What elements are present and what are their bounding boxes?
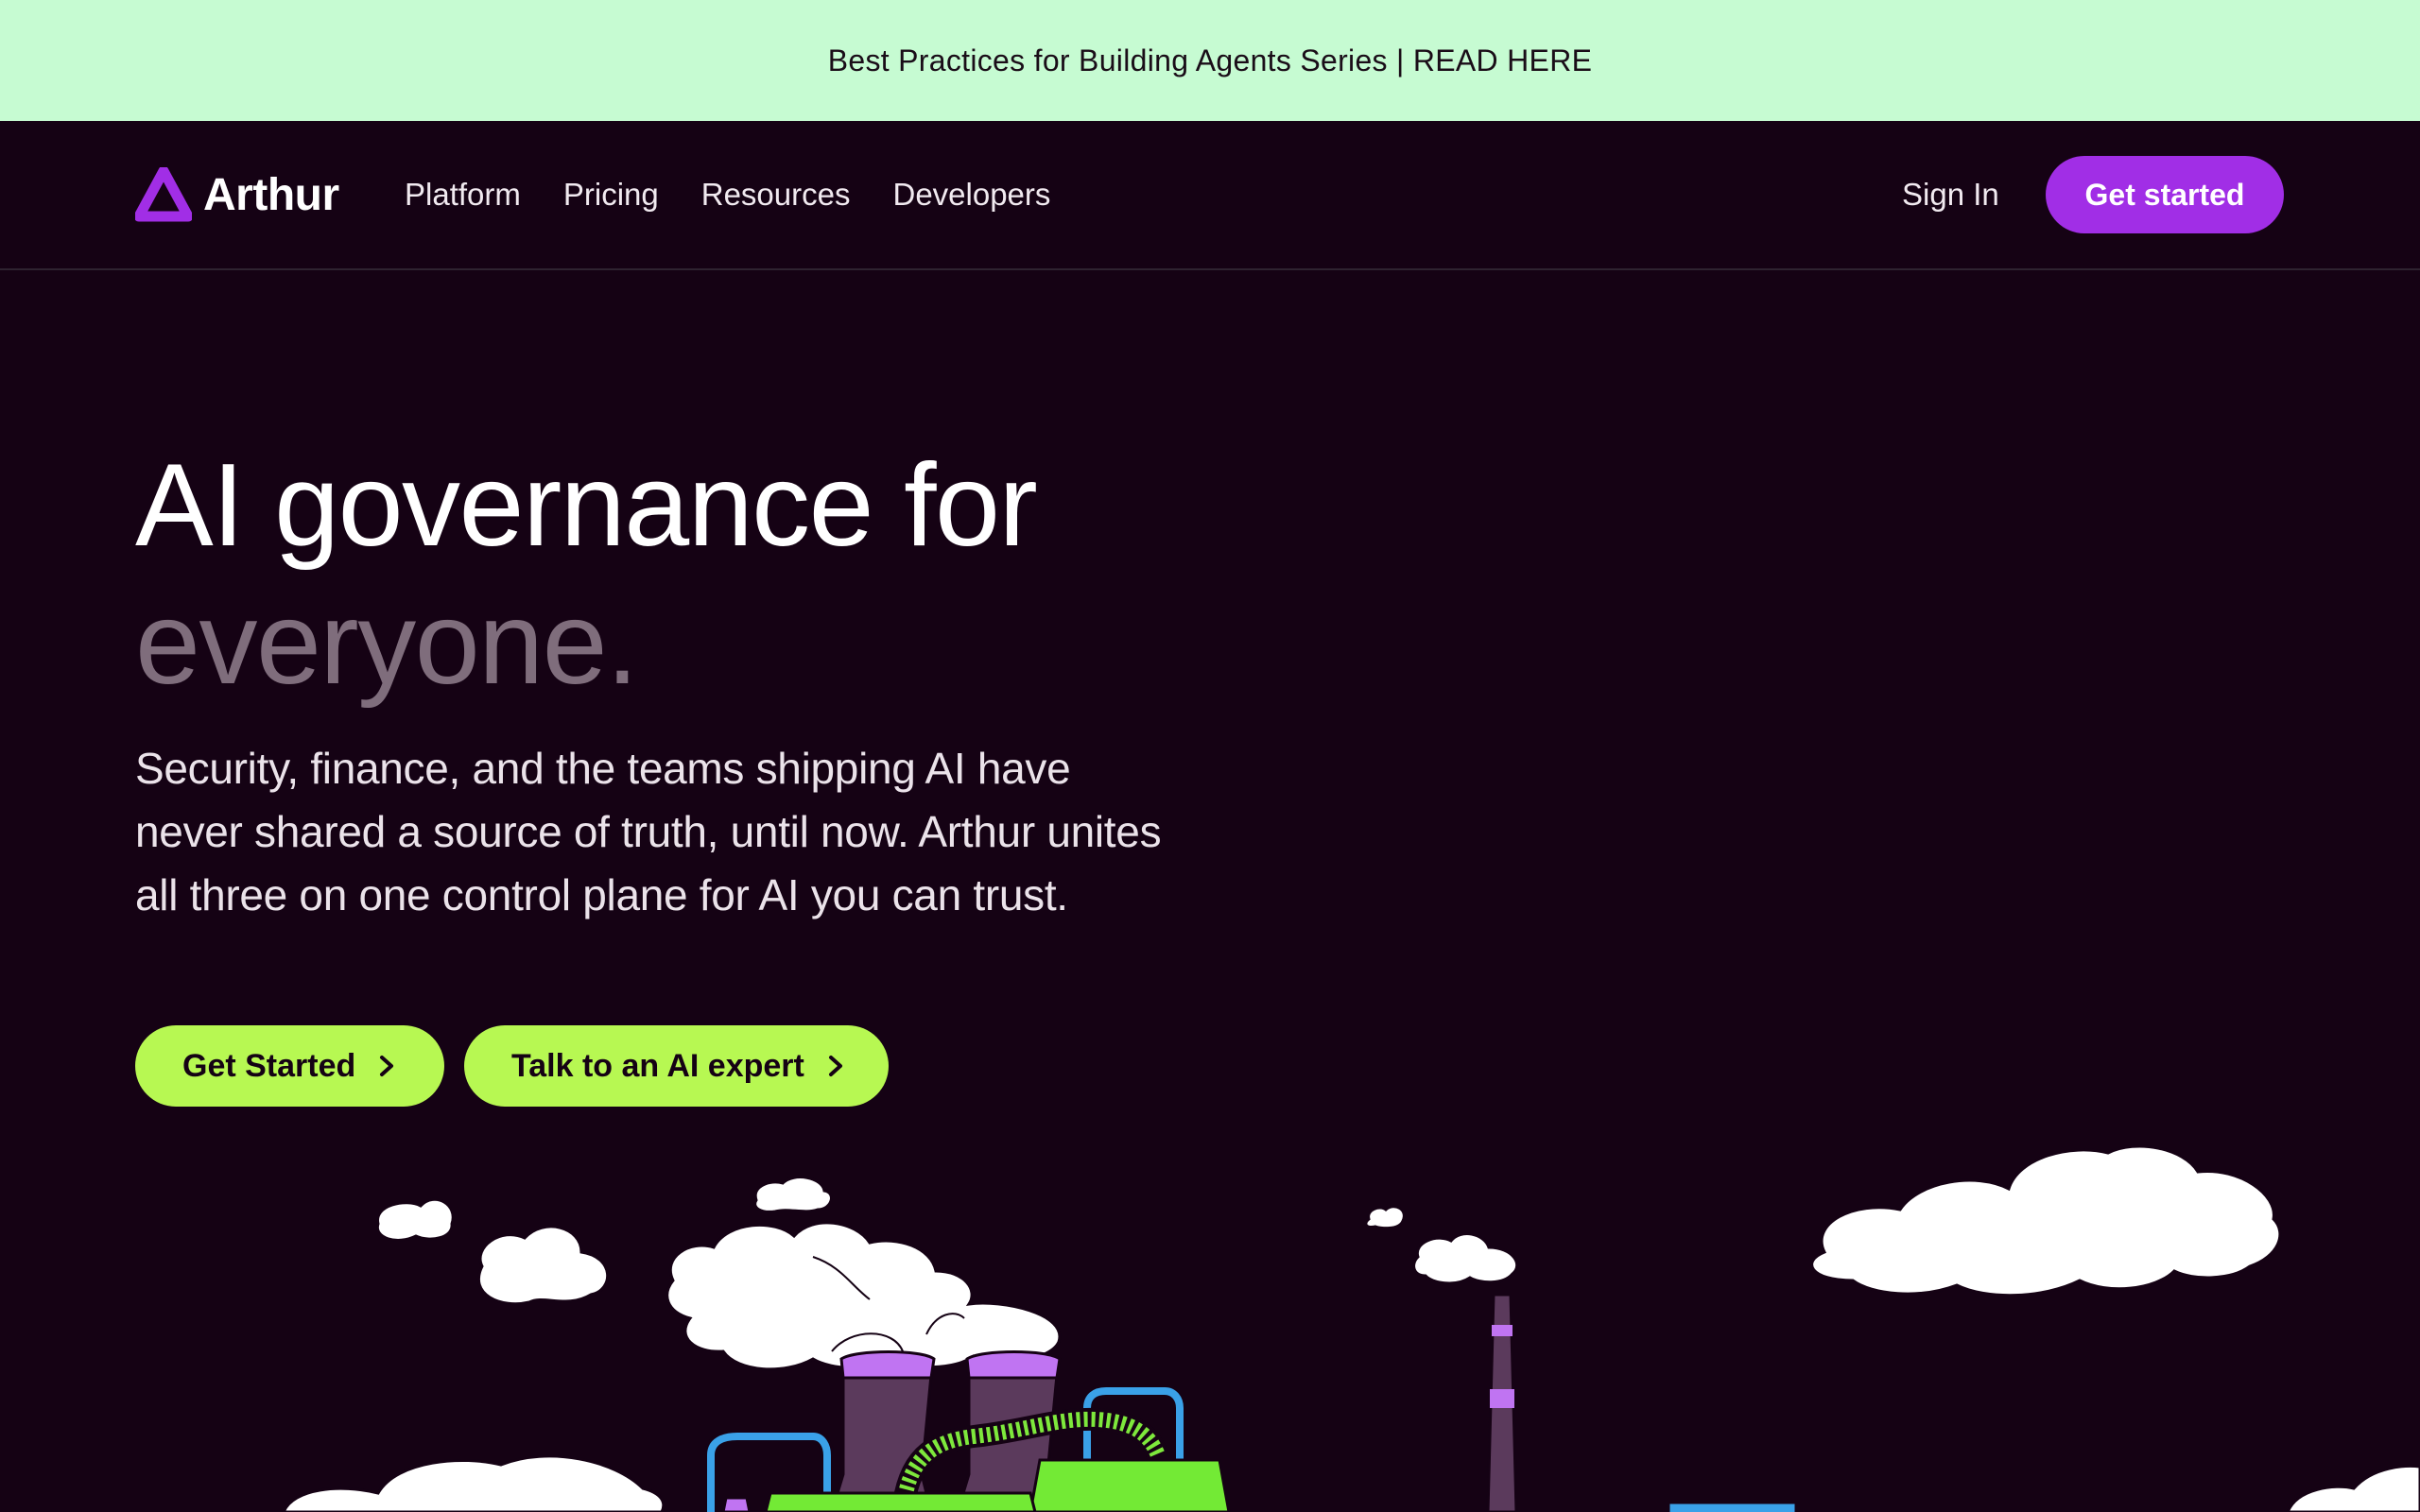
chimney-smoke: [1364, 1205, 1519, 1285]
factory-illustration: [282, 1144, 2420, 1512]
cloud-small-2: [476, 1225, 609, 1306]
hero-get-started-label: Get Started: [182, 1047, 356, 1084]
blue-structure-bottom: [1667, 1501, 1798, 1512]
chevron-right-icon: [380, 1056, 394, 1076]
talk-to-expert-button[interactable]: Talk to an AI expert: [464, 1025, 889, 1107]
tall-chimney: [1486, 1293, 1518, 1512]
hero-get-started-button[interactable]: Get Started: [135, 1025, 444, 1107]
nav-link-resources[interactable]: Resources: [701, 174, 851, 215]
smoke-cloud: [666, 1221, 1062, 1371]
hero-subtitle: Security, finance, and the teams shippin…: [135, 744, 1162, 919]
logo-text: Arthur: [203, 169, 339, 220]
cloud-bottom-left: [282, 1454, 666, 1512]
hero-title-line2: everyone.: [135, 578, 639, 709]
get-started-button[interactable]: Get started: [2046, 156, 2284, 233]
cloud-large-right: [1810, 1144, 2282, 1297]
talk-to-expert-label: Talk to an AI expert: [511, 1047, 804, 1084]
logo[interactable]: Arthur: [135, 164, 339, 225]
announcement-link[interactable]: Best Practices for Building Agents Serie…: [828, 43, 1593, 78]
nav-link-platform[interactable]: Platform: [405, 174, 521, 215]
hero-title-line1: AI governance for: [135, 440, 1038, 571]
chevron-right-icon: [828, 1056, 842, 1076]
announcement-banner: Best Practices for Building Agents Serie…: [0, 0, 2420, 121]
nav-link-developers[interactable]: Developers: [892, 174, 1050, 215]
top-navigation: Arthur Platform Pricing Resources Develo…: [0, 121, 2420, 270]
cloud-small-1: [375, 1197, 455, 1242]
cloud-bottom-right: [2286, 1464, 2420, 1512]
nav-link-pricing[interactable]: Pricing: [563, 174, 659, 215]
nav-links: Platform Pricing Resources Developers: [405, 174, 1093, 215]
sign-in-link[interactable]: Sign In: [1902, 174, 1999, 215]
cloud-small-3: [753, 1176, 833, 1213]
hero-title: AI governance for everyone.: [135, 437, 1038, 713]
arthur-triangle-icon: [135, 167, 192, 222]
